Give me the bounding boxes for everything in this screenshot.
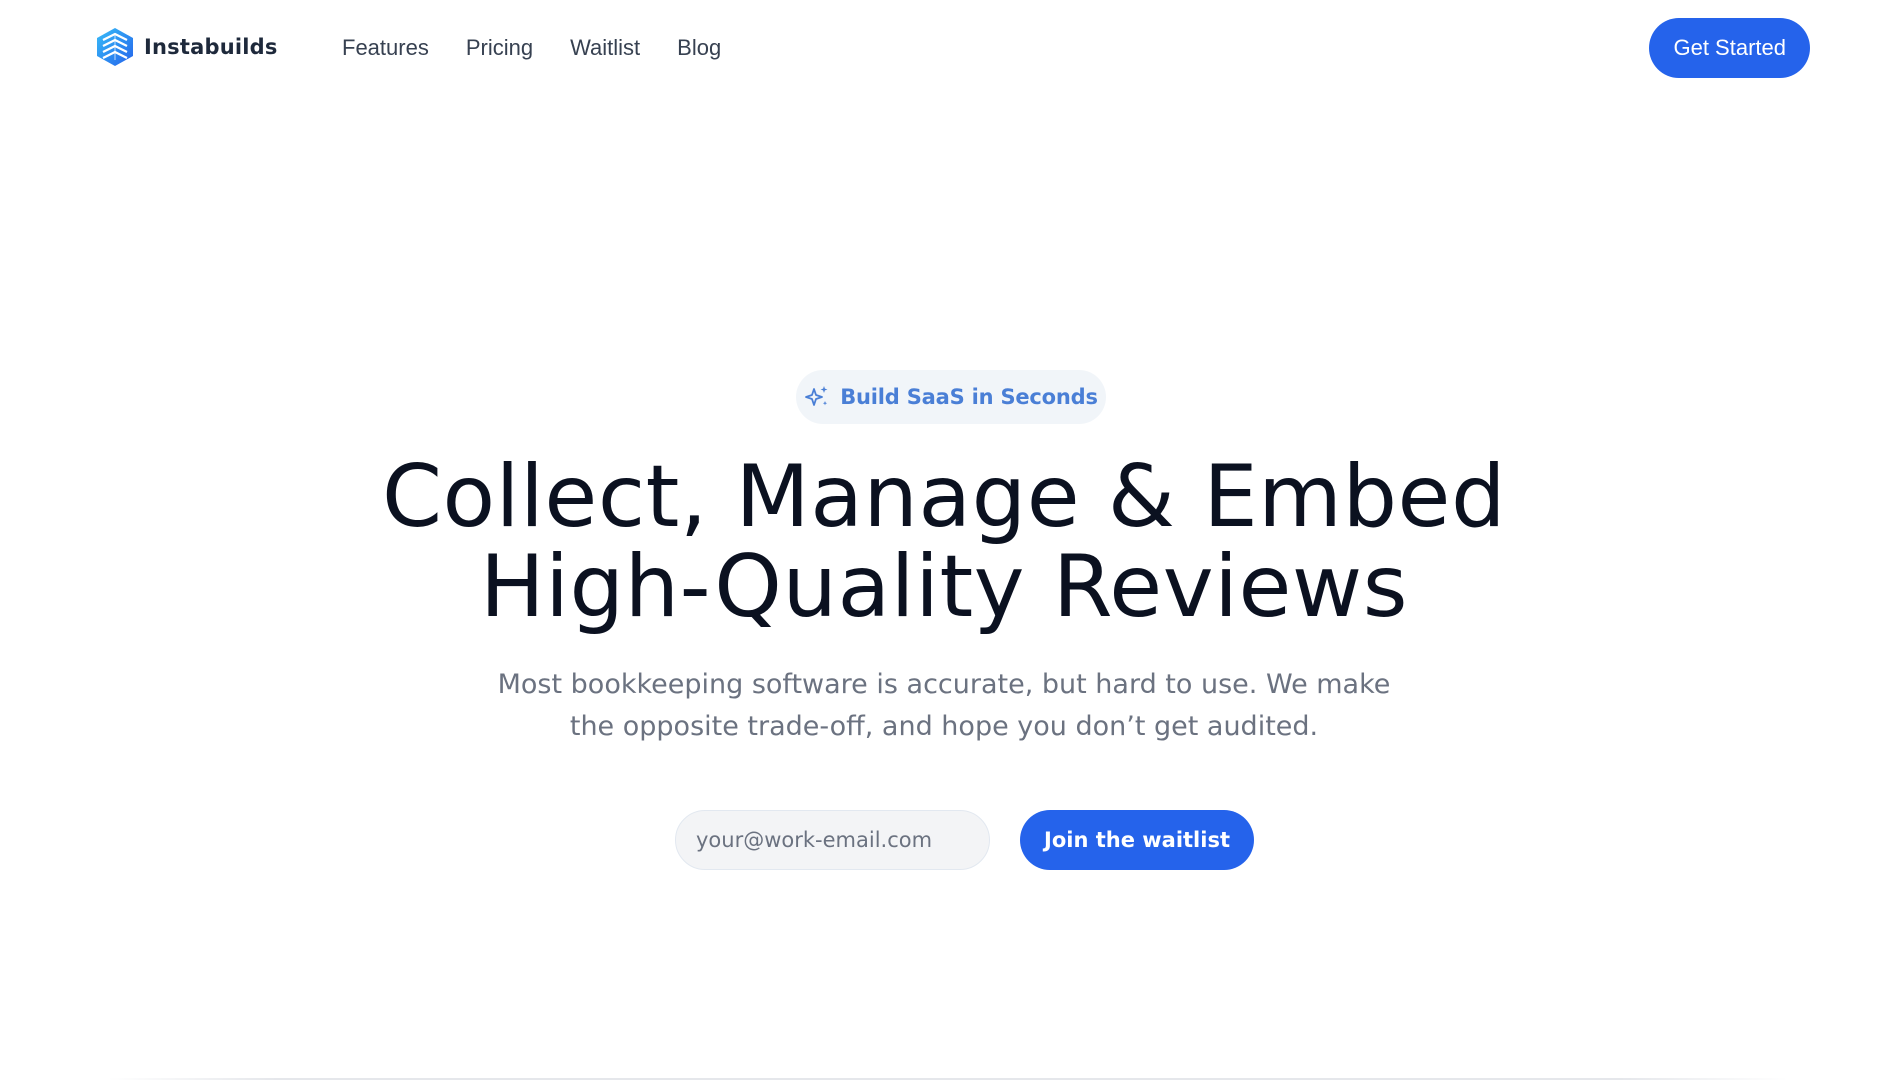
hero-title-line-1: Collect, Manage & Embed [381, 447, 1507, 547]
brand-home-link[interactable]: Instabuilds [96, 27, 278, 67]
brand-name: Instabuilds [144, 35, 278, 59]
hero-subtitle: Most bookkeeping software is accurate, b… [497, 669, 1391, 742]
get-started-button[interactable]: Get Started [1649, 18, 1810, 78]
email-input[interactable] [675, 810, 990, 870]
hero-badge-label: Build SaaS in Seconds [840, 385, 1098, 409]
nav-link-features[interactable]: Features [342, 34, 429, 62]
hero-title: Collect, Manage & Embed High-Quality Rev… [0, 452, 1888, 632]
nav-link-blog[interactable]: Blog [677, 34, 721, 62]
top-navbar: Instabuilds Features Pricing Waitlist Bl… [0, 0, 1888, 96]
join-waitlist-button[interactable]: Join the waitlist [1020, 810, 1254, 870]
waitlist-form: Join the waitlist [675, 810, 1254, 870]
primary-nav: Features Pricing Waitlist Blog [342, 34, 758, 62]
layered-diamond-logo-icon [97, 28, 133, 66]
nav-link-waitlist[interactable]: Waitlist [570, 34, 640, 62]
hero-badge: Build SaaS in Seconds [796, 370, 1106, 424]
sparkles-icon [805, 386, 828, 406]
landing-page: Instabuilds Features Pricing Waitlist Bl… [0, 0, 1888, 1080]
hero-title-line-2: High-Quality Reviews [479, 537, 1409, 637]
nav-link-pricing[interactable]: Pricing [466, 34, 533, 62]
